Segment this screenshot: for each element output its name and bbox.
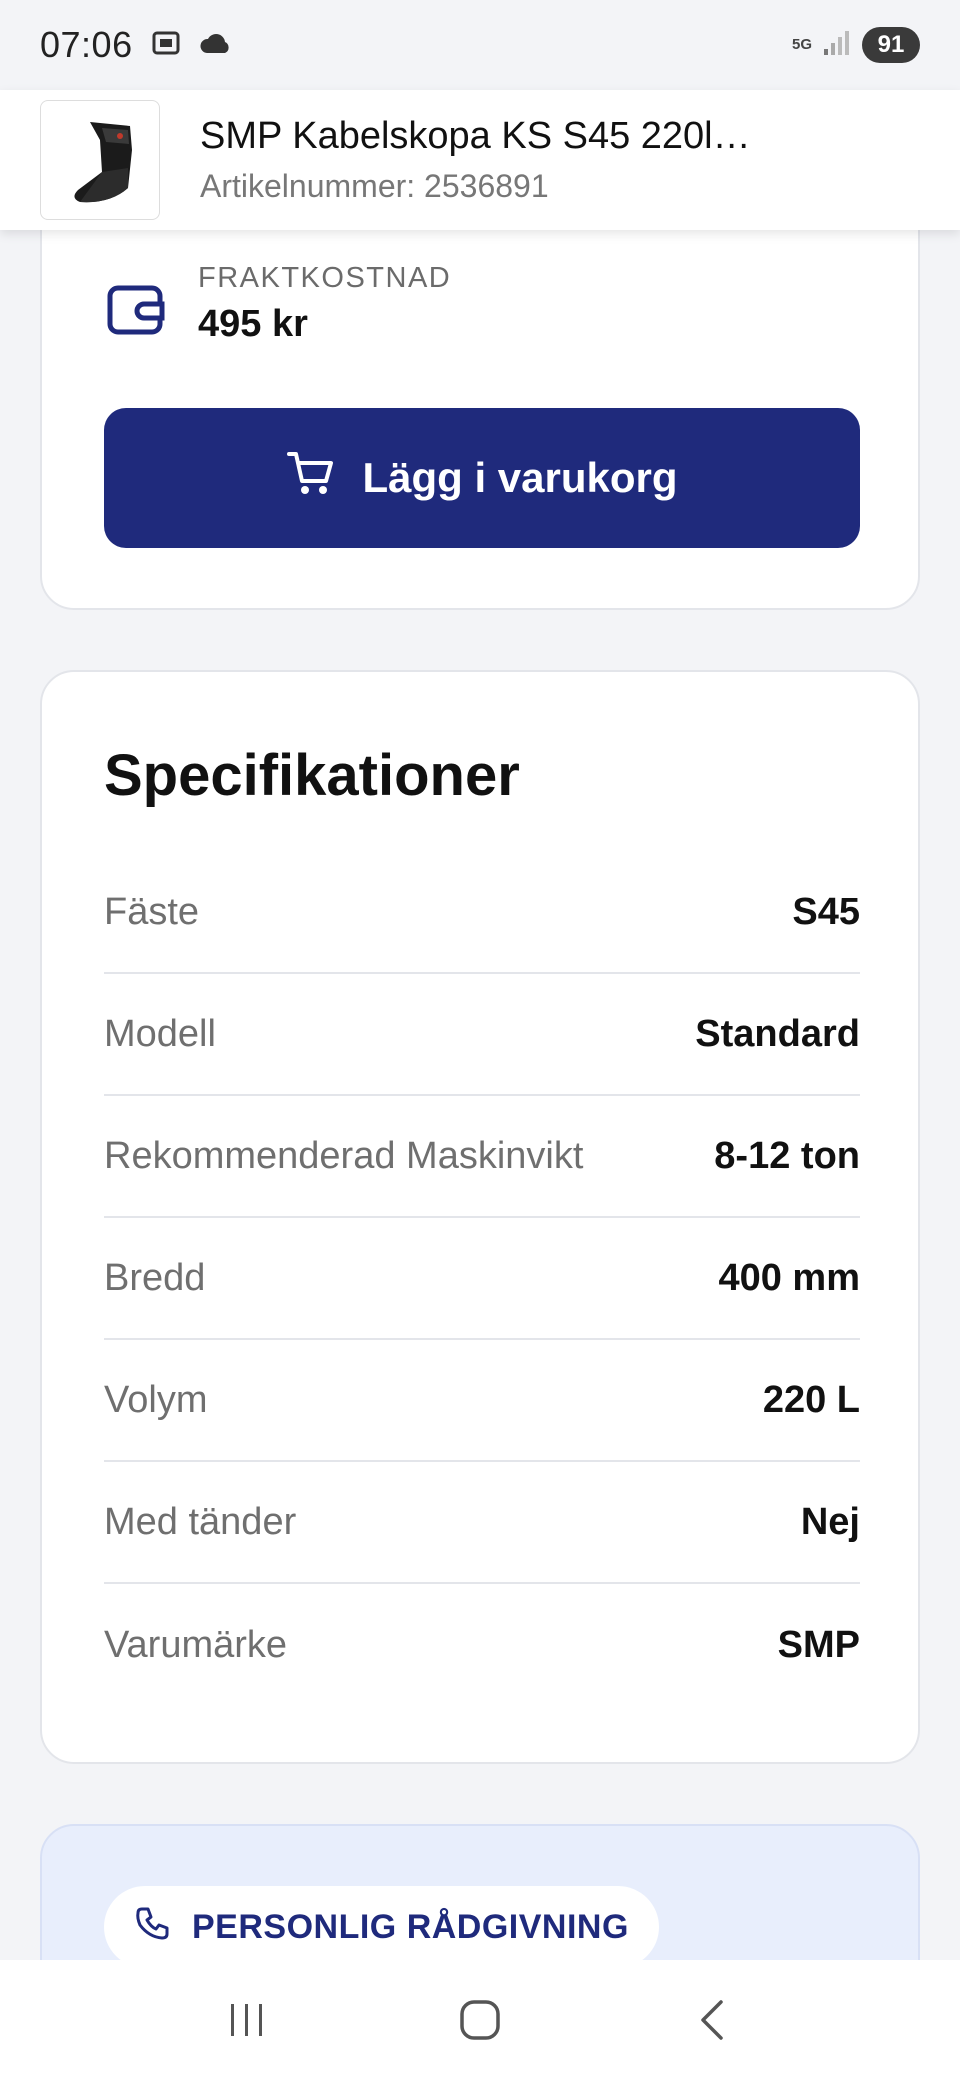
spec-value: 8-12 ton [714, 1134, 860, 1177]
spec-label: Volym [104, 1378, 208, 1421]
phone-icon [134, 1905, 170, 1950]
spec-value: 400 mm [718, 1256, 860, 1299]
spec-label: Modell [104, 1012, 216, 1055]
back-button[interactable] [673, 1980, 753, 2060]
spec-label: Varumärke [104, 1623, 288, 1666]
product-thumbnail[interactable] [40, 100, 160, 220]
spec-row: Fäste S45 [104, 852, 860, 974]
spec-row: Med tänder Nej [104, 1462, 860, 1584]
product-title: SMP Kabelskopa KS S45 220l… [200, 115, 751, 157]
spec-value: 220 L [762, 1378, 860, 1421]
network-type-indicator: 5G [791, 36, 812, 53]
screenshot-icon [151, 28, 181, 63]
spec-value: Nej [800, 1500, 860, 1543]
status-bar: 07:06 5G 91 [0, 0, 960, 90]
spec-value: S45 [792, 890, 860, 933]
cloud-icon [199, 31, 233, 60]
recent-apps-icon [230, 2004, 262, 2036]
spec-row: Volym 220 L [104, 1340, 860, 1462]
specifications-list: Fäste S45 Modell Standard Rekommenderad … [104, 852, 860, 1706]
spec-label: Med tänder [104, 1500, 297, 1543]
spec-value: Standard [695, 1012, 860, 1055]
navigation-bar [0, 1960, 960, 2080]
personal-advice-button[interactable]: PERSONLIG RÅDGIVNING [104, 1886, 659, 1968]
spec-row: Varumärke SMP [104, 1584, 860, 1706]
specifications-card: Specifikationer Fäste S45 Modell Standar… [40, 670, 920, 1764]
spec-value: SMP [777, 1623, 860, 1666]
spec-label: Fäste [104, 890, 200, 933]
home-icon [460, 2000, 500, 2040]
spec-row: Modell Standard [104, 974, 860, 1096]
article-number: Artikelnummer: 2536891 [200, 168, 549, 204]
shipping-cost: FRAKTKOSTNAD 495 kr [104, 262, 451, 346]
spec-label: Bredd [104, 1256, 206, 1299]
add-to-cart-button[interactable]: Lägg i varukorg [104, 408, 860, 548]
battery-indicator: 91 [862, 27, 920, 63]
cart-icon [286, 449, 336, 507]
home-button[interactable] [440, 1980, 520, 2060]
spec-row: Rekommenderad Maskinvikt 8-12 ton [104, 1096, 860, 1218]
status-time: 07:06 [40, 24, 133, 65]
personal-advice-label: PERSONLIG RÅDGIVNING [192, 1907, 629, 1946]
shipping-value: 495 kr [198, 303, 308, 345]
page: 07:06 5G 91 SMP Kabelskopa KS S45 220l… … [0, 0, 960, 2080]
bucket-image [74, 122, 132, 203]
back-icon [701, 2000, 724, 2040]
wallet-icon [104, 278, 168, 342]
spec-label: Rekommenderad Maskinvikt [104, 1134, 584, 1177]
signal-icon [822, 29, 852, 62]
add-to-cart-label: Lägg i varukorg [362, 454, 678, 501]
recent-apps-button[interactable] [207, 1980, 287, 2060]
shipping-label: FRAKTKOSTNAD [198, 262, 452, 294]
specifications-title: Specifikationer [104, 743, 520, 808]
product-header[interactable]: SMP Kabelskopa KS S45 220l… Artikelnumme… [0, 90, 960, 230]
spec-row: Bredd 400 mm [104, 1218, 860, 1340]
